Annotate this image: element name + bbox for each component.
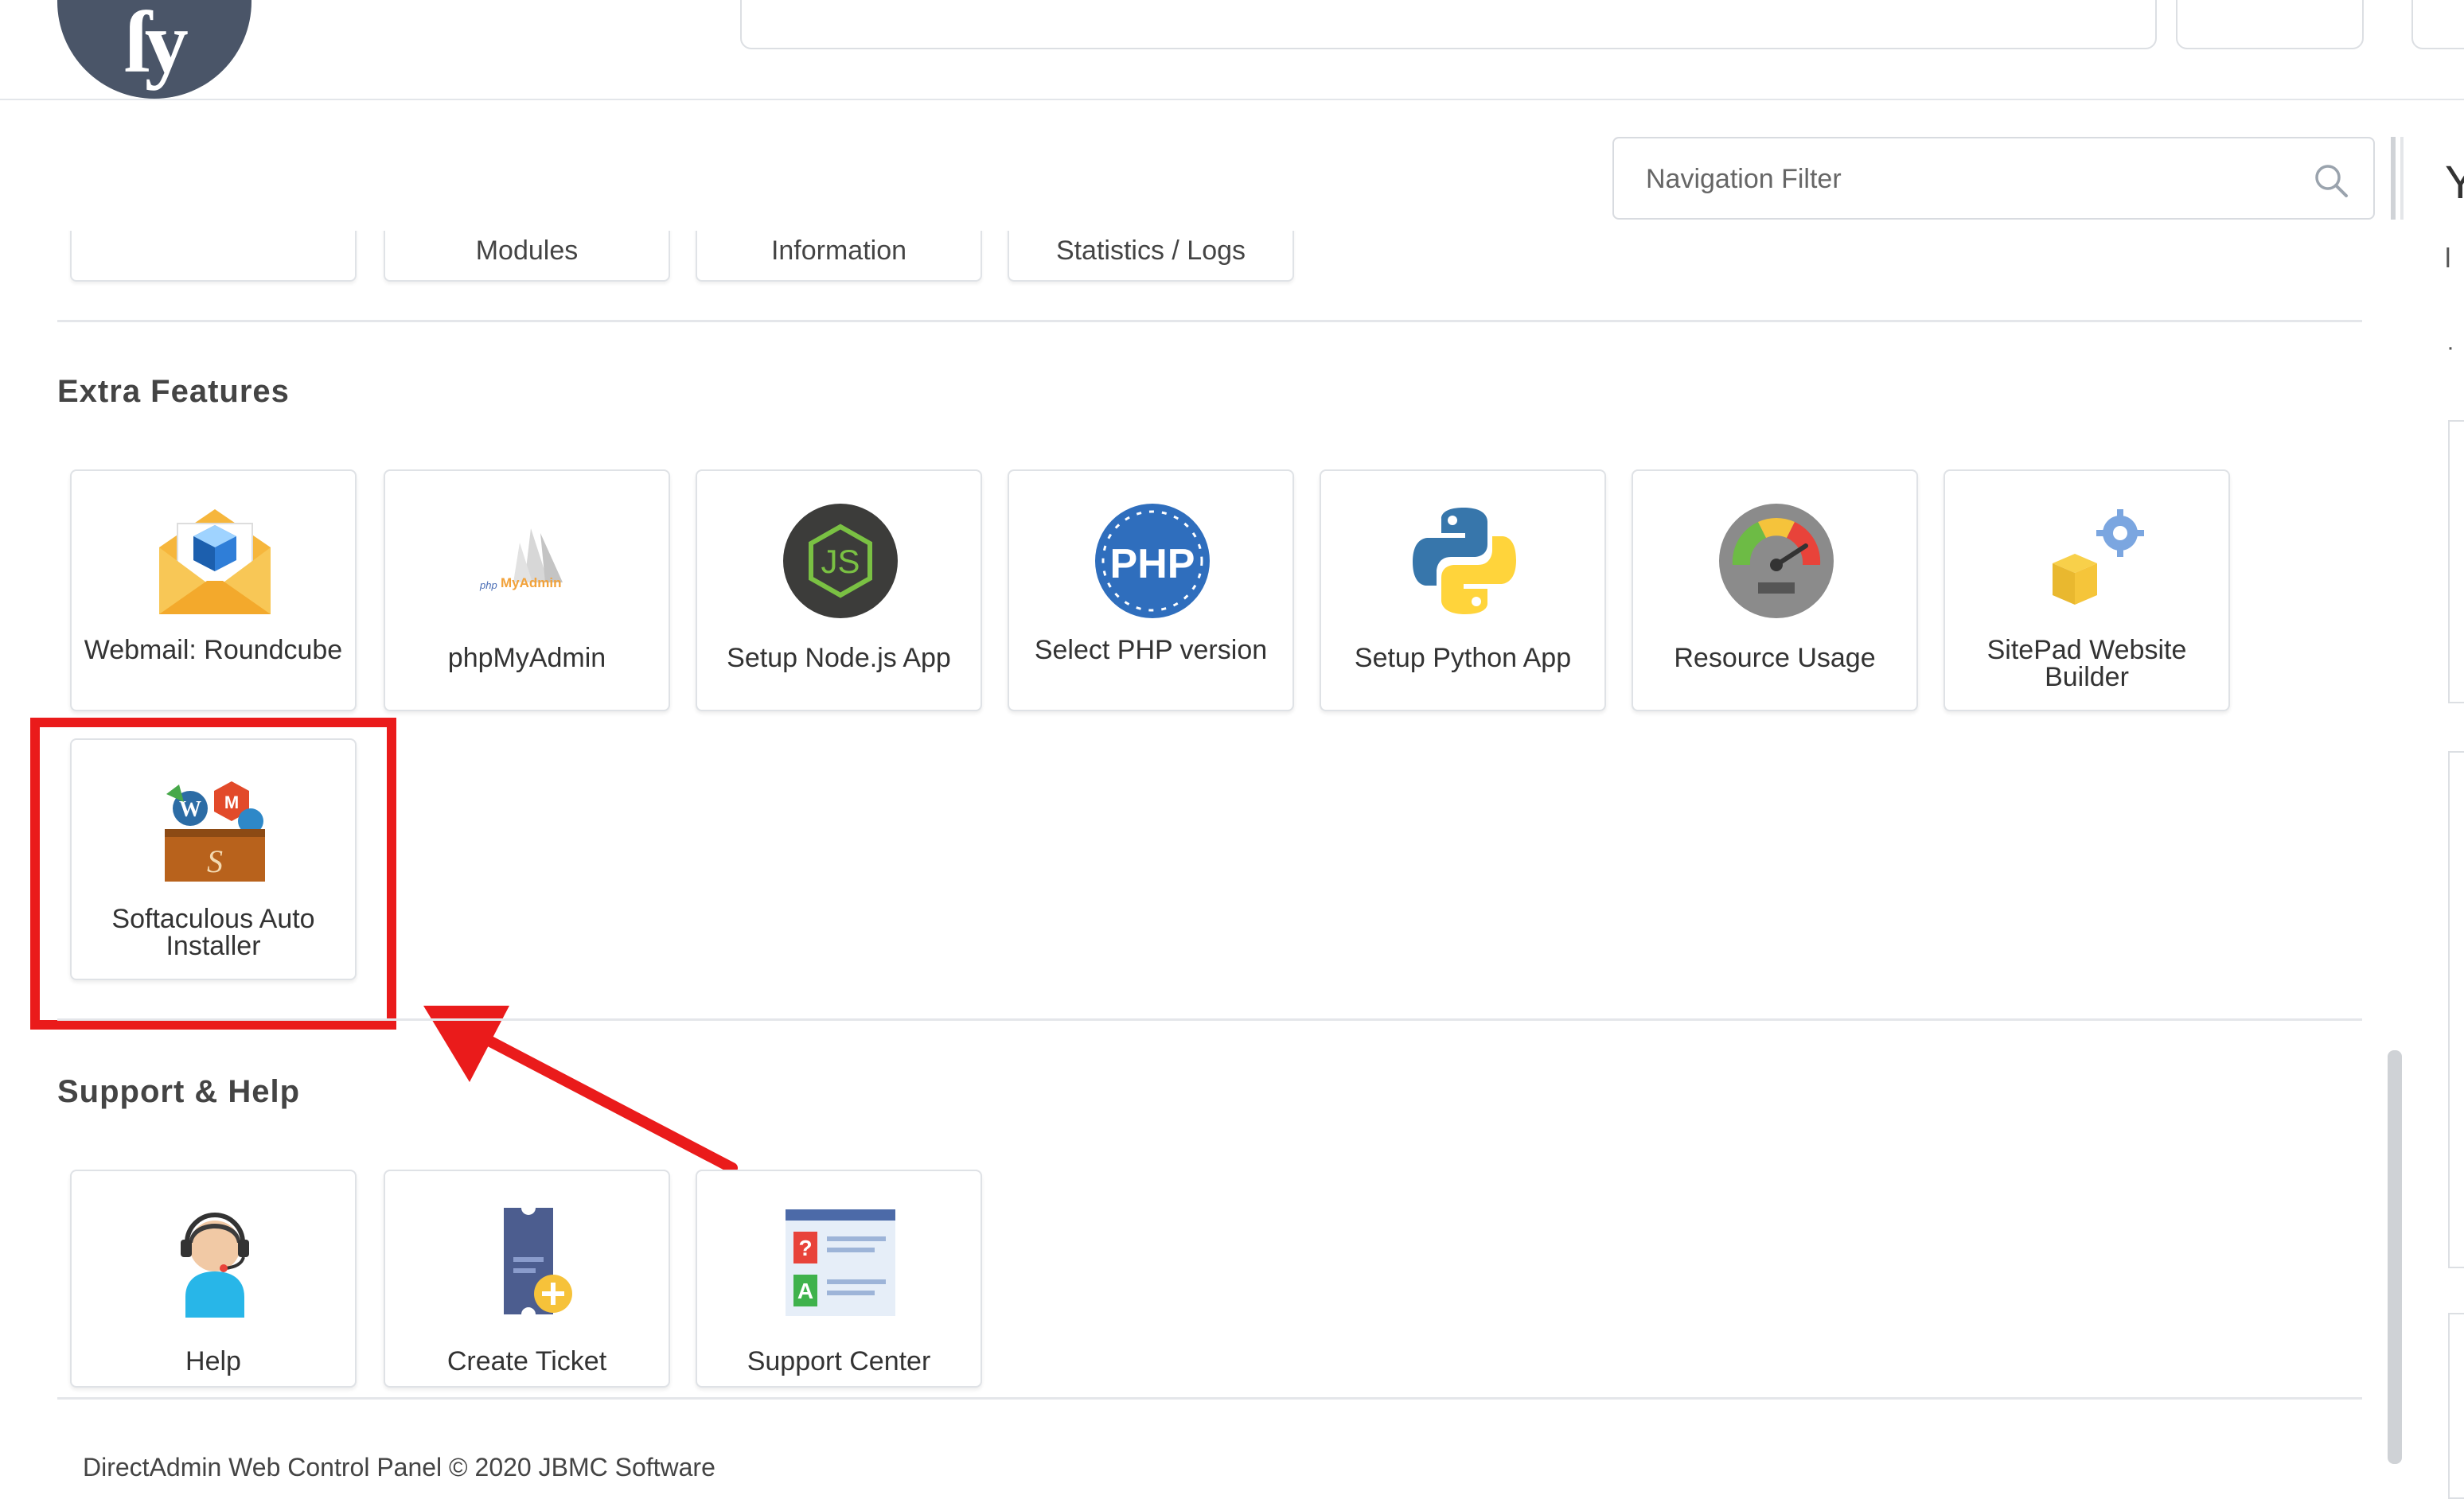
modules-tile[interactable]: Modules xyxy=(384,231,670,282)
top-search-field[interactable] xyxy=(740,0,2157,49)
svg-text:A: A xyxy=(797,1279,813,1303)
tile-resource-usage[interactable]: Resource Usage xyxy=(1632,469,1918,711)
scrollbar-thumb[interactable] xyxy=(2388,1050,2402,1464)
tile-setup-python[interactable]: Setup Python App xyxy=(1320,469,1606,711)
previous-section-tile[interactable] xyxy=(70,231,357,282)
panel-divider-2 xyxy=(2400,137,2404,220)
tile-label: Modules xyxy=(475,236,579,266)
tile-webmail-roundcube[interactable]: Webmail: Roundcube xyxy=(70,469,357,711)
webmail-envelope-icon xyxy=(159,509,271,614)
navigation-filter-input[interactable] xyxy=(1644,153,2300,205)
tile-support-center[interactable]: ? A Support Center xyxy=(696,1170,982,1388)
ticket-icon xyxy=(504,1208,572,1314)
svg-text:JS: JS xyxy=(821,543,860,580)
logo-glyph: ſy xyxy=(125,0,189,91)
svg-text:PHP: PHP xyxy=(1110,541,1195,587)
section-title-support-help: Support & Help xyxy=(57,1074,301,1109)
tile-label: Resource Usage xyxy=(1674,643,1876,673)
tile-help[interactable]: Help xyxy=(70,1170,357,1388)
tile-label: SitePad Website Builder xyxy=(1986,635,2187,692)
python-icon xyxy=(1413,508,1516,614)
pointer-arrow xyxy=(423,1006,738,1174)
tile-label: Create Ticket xyxy=(446,1346,607,1376)
navigation-filter xyxy=(1612,137,2375,220)
right-panel-card-3 xyxy=(2448,1313,2464,1499)
tile-create-ticket[interactable]: Create Ticket xyxy=(384,1170,670,1388)
search-icon[interactable] xyxy=(2311,161,2351,201)
nodejs-icon: JS xyxy=(783,504,898,618)
section-divider xyxy=(57,1397,2362,1400)
tile-phpmyadmin[interactable]: php MyAdmin phpMyAdmin xyxy=(384,469,670,711)
top-bar-button[interactable] xyxy=(2176,0,2364,49)
right-panel: Y l · xyxy=(2435,0,2464,1499)
tile-label: Select PHP version xyxy=(1034,635,1268,665)
tile-label: Support Center xyxy=(747,1346,931,1376)
section-title-extra-features: Extra Features xyxy=(57,374,290,409)
qa-board-icon: ? A xyxy=(786,1209,895,1316)
svg-text:php: php xyxy=(479,579,497,591)
tile-label: Information xyxy=(770,236,907,266)
svg-text:?: ? xyxy=(798,1236,812,1260)
gauge-icon xyxy=(1719,504,1834,618)
tile-label: Webmail: Roundcube xyxy=(84,635,343,665)
statistics-logs-tile[interactable]: Statistics / Logs xyxy=(1008,231,1294,282)
tile-sitepad-website-builder[interactable]: SitePad Website Builder xyxy=(1944,469,2230,711)
headset-agent-icon xyxy=(181,1213,249,1318)
section-divider xyxy=(57,320,2362,322)
right-panel-card xyxy=(2448,420,2464,703)
right-panel-card-2 xyxy=(2448,751,2464,1268)
right-panel-text: l xyxy=(2445,243,2451,274)
previous-section-tiles: Modules Information Statistics / Logs xyxy=(0,231,2388,286)
section-divider xyxy=(57,1018,2362,1021)
tile-label: Setup Node.js App xyxy=(727,643,951,673)
panel-divider xyxy=(2391,137,2396,220)
php-icon: PHP xyxy=(1095,504,1210,618)
sitepad-box-gear-icon xyxy=(2053,509,2144,605)
brand-logo[interactable]: ſy xyxy=(57,0,251,99)
tile-label: Statistics / Logs xyxy=(1055,236,1246,266)
svg-text:MyAdmin: MyAdmin xyxy=(501,575,562,590)
tile-setup-nodejs[interactable]: JS Setup Node.js App xyxy=(696,469,982,711)
tile-label: Setup Python App xyxy=(1354,643,1572,673)
footer-copyright: DirectAdmin Web Control Panel © 2020 JBM… xyxy=(83,1453,715,1481)
tile-label: phpMyAdmin xyxy=(447,643,606,673)
tile-select-php-version[interactable]: PHP Select PHP version xyxy=(1008,469,1294,711)
phpmyadmin-icon: php MyAdmin xyxy=(479,528,563,591)
right-panel-heading: Y xyxy=(2445,157,2464,208)
tile-label: Help xyxy=(185,1346,241,1376)
top-bar: ſy xyxy=(0,0,2464,100)
right-panel-bullet: · xyxy=(2446,334,2454,360)
information-tile[interactable]: Information xyxy=(696,231,982,282)
highlight-box xyxy=(30,718,396,1030)
